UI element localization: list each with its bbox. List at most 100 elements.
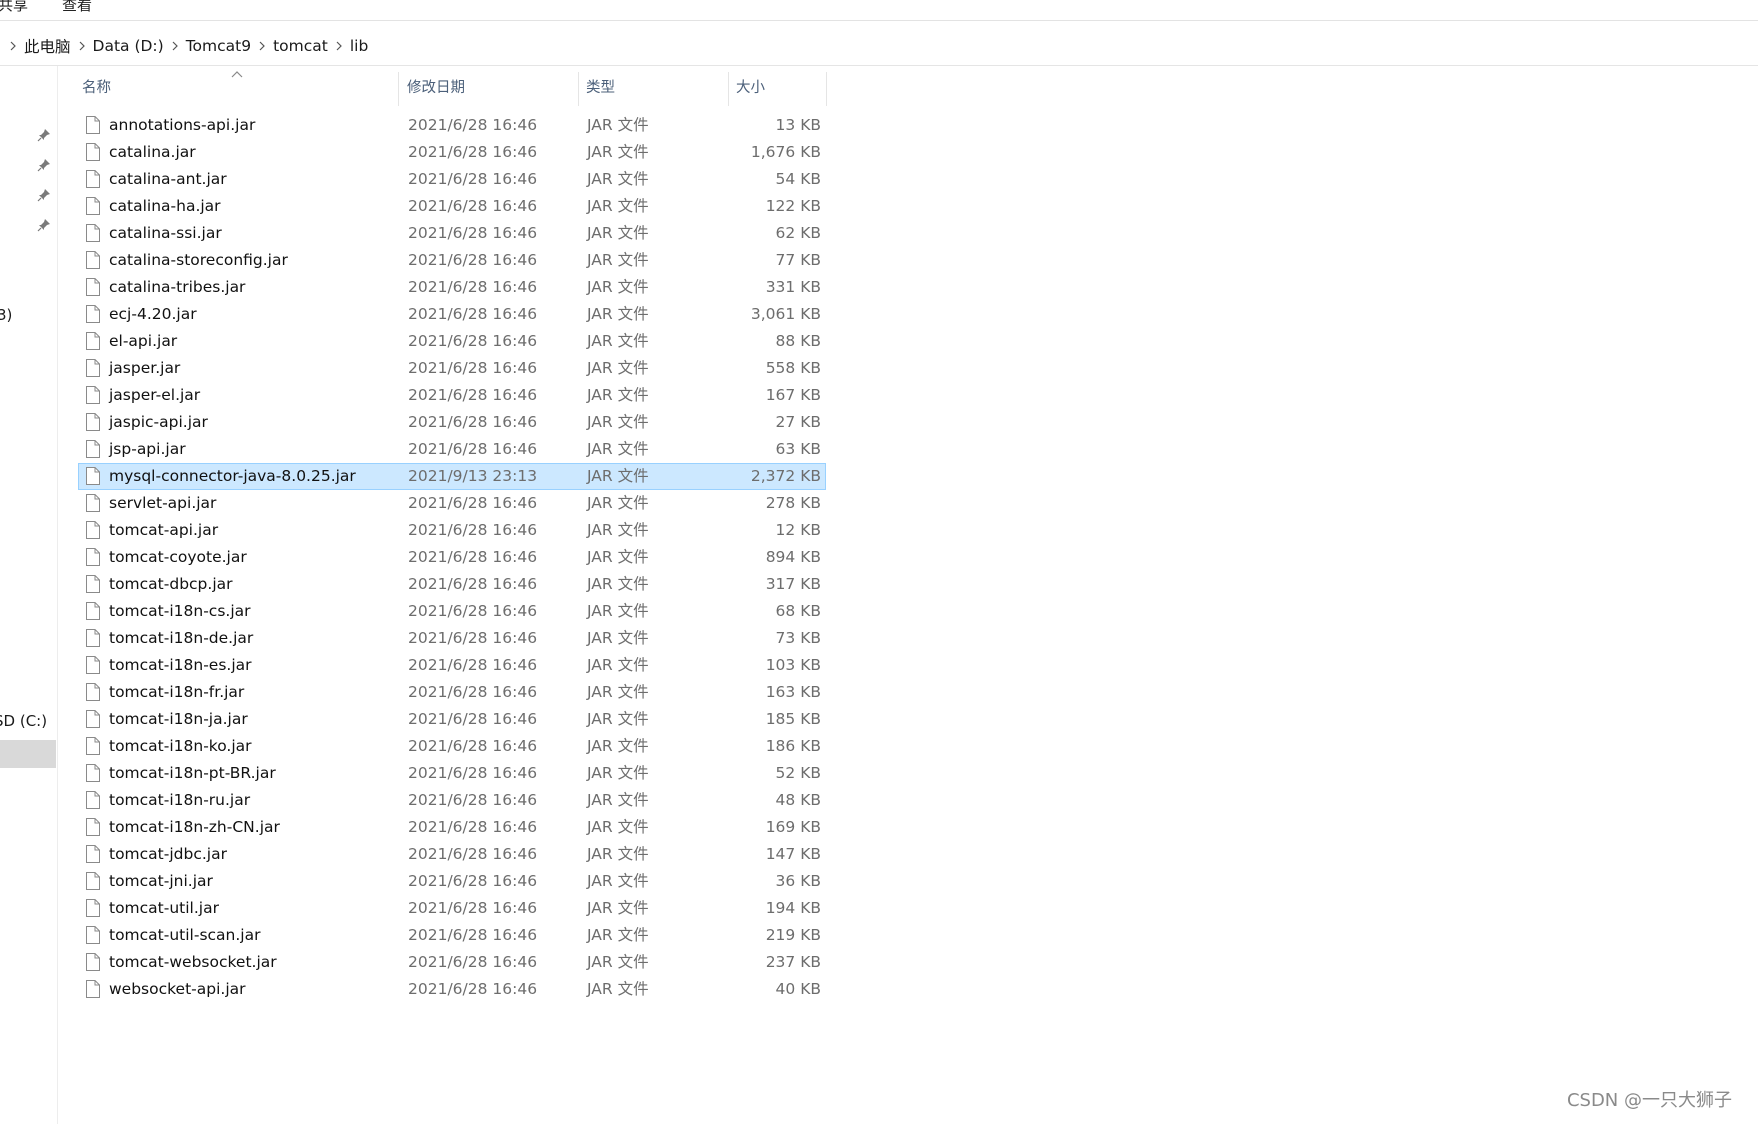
file-row[interactable]: tomcat-i18n-pt-BR.jar 2021/6/28 16:46 JAR …: [78, 760, 826, 787]
file-name[interactable]: catalina-tribes.jar: [109, 275, 245, 300]
file-name[interactable]: websocket-api.jar: [109, 977, 246, 1002]
file-name[interactable]: servlet-api.jar: [109, 491, 216, 516]
file-row[interactable]: el-api.jar 2021/6/28 16:46 JAR 文件 88 KB: [78, 328, 826, 355]
file-row[interactable]: tomcat-i18n-ru.jar 2021/6/28 16:46 JAR 文件 4…: [78, 787, 826, 814]
file-name[interactable]: catalina.jar: [109, 140, 196, 165]
file-row[interactable]: jasper-el.jar 2021/6/28 16:46 JAR 文件 167 KB: [78, 382, 826, 409]
file-row[interactable]: websocket-api.jar 2021/6/28 16:46 JAR 文件 40…: [78, 976, 826, 1003]
file-row[interactable]: tomcat-jdbc.jar 2021/6/28 16:46 JAR 文件 147 …: [78, 841, 826, 868]
chevron-right-icon[interactable]: [78, 41, 86, 51]
file-name[interactable]: tomcat-i18n-ru.jar: [109, 788, 250, 813]
file-row[interactable]: catalina-storeconfig.jar 2021/6/28 16:46 J…: [78, 247, 826, 274]
file-name[interactable]: tomcat-util-scan.jar: [109, 923, 260, 948]
file-row[interactable]: tomcat-i18n-zh-CN.jar 2021/6/28 16:46 JAR …: [78, 814, 826, 841]
file-row[interactable]: tomcat-i18n-cs.jar 2021/6/28 16:46 JAR 文件 6…: [78, 598, 826, 625]
file-row[interactable]: tomcat-util-scan.jar 2021/6/28 16:46 JAR 文…: [78, 922, 826, 949]
file-row[interactable]: tomcat-jni.jar 2021/6/28 16:46 JAR 文件 36 KB: [78, 868, 826, 895]
file-size: 278 KB: [765, 494, 821, 512]
address-bar[interactable]: 此电脑 Data (D:) Tomcat9 tomcat lib: [0, 27, 1758, 66]
nav-item-fragment[interactable]: 3): [0, 306, 12, 324]
file-row[interactable]: catalina-tribes.jar 2021/6/28 16:46 JAR 文件…: [78, 274, 826, 301]
file-name[interactable]: tomcat-i18n-pt-BR.jar: [109, 761, 276, 786]
file-name[interactable]: mysql-connector-java-8.0.25.jar: [109, 464, 356, 489]
file-row[interactable]: tomcat-i18n-de.jar 2021/6/28 16:46 JAR 文件 7…: [78, 625, 826, 652]
column-divider[interactable]: [578, 72, 579, 106]
file-name[interactable]: tomcat-api.jar: [109, 518, 218, 543]
file-row[interactable]: tomcat-websocket.jar 2021/6/28 16:46 JAR 文…: [78, 949, 826, 976]
file-row[interactable]: mysql-connector-java-8.0.25.jar 2021/9/13…: [78, 463, 826, 490]
file-row[interactable]: tomcat-util.jar 2021/6/28 16:46 JAR 文件 194 …: [78, 895, 826, 922]
file-size: 48 KB: [775, 791, 821, 809]
file-row[interactable]: tomcat-i18n-ko.jar 2021/6/28 16:46 JAR 文件 1…: [78, 733, 826, 760]
file-row[interactable]: tomcat-i18n-ja.jar 2021/6/28 16:46 JAR 文件 1…: [78, 706, 826, 733]
ribbon-tab-view[interactable]: 查看: [62, 0, 92, 15]
file-name[interactable]: tomcat-util.jar: [109, 896, 219, 921]
file-name[interactable]: tomcat-jni.jar: [109, 869, 213, 894]
file-name[interactable]: jasper.jar: [109, 356, 180, 381]
breadcrumb-this-pc[interactable]: 此电脑: [24, 35, 71, 57]
column-header-name[interactable]: 名称: [78, 70, 398, 106]
nav-item-drive-c[interactable]: SD (C:): [0, 712, 47, 730]
file-row[interactable]: jaspic-api.jar 2021/6/28 16:46 JAR 文件 27 KB: [78, 409, 826, 436]
nav-item-selected[interactable]: [0, 740, 56, 768]
file-row[interactable]: tomcat-i18n-es.jar 2021/6/28 16:46 JAR 文件 1…: [78, 652, 826, 679]
file-name[interactable]: el-api.jar: [109, 329, 177, 354]
file-name[interactable]: tomcat-i18n-de.jar: [109, 626, 253, 651]
file-row[interactable]: catalina-ssi.jar 2021/6/28 16:46 JAR 文件 62 …: [78, 220, 826, 247]
breadcrumb-data-drive[interactable]: Data (D:): [93, 37, 164, 55]
column-header-size[interactable]: 大小: [732, 70, 822, 106]
file-row[interactable]: jasper.jar 2021/6/28 16:46 JAR 文件 558 KB: [78, 355, 826, 382]
column-divider[interactable]: [728, 72, 729, 106]
pin-icon[interactable]: [37, 128, 51, 142]
ribbon-tab-share[interactable]: 共享: [0, 0, 28, 15]
column-divider[interactable]: [826, 72, 827, 106]
file-name[interactable]: catalina-storeconfig.jar: [109, 248, 288, 273]
file-name[interactable]: catalina-ha.jar: [109, 194, 221, 219]
file-row[interactable]: tomcat-i18n-fr.jar 2021/6/28 16:46 JAR 文件 1…: [78, 679, 826, 706]
file-row[interactable]: jsp-api.jar 2021/6/28 16:46 JAR 文件 63 KB: [78, 436, 826, 463]
file-name[interactable]: tomcat-jdbc.jar: [109, 842, 227, 867]
file-name[interactable]: catalina-ssi.jar: [109, 221, 222, 246]
file-name[interactable]: tomcat-websocket.jar: [109, 950, 277, 975]
breadcrumb-tomcat9[interactable]: Tomcat9: [186, 37, 251, 55]
file-row[interactable]: catalina-ant.jar 2021/6/28 16:46 JAR 文件 54 …: [78, 166, 826, 193]
file-row[interactable]: tomcat-coyote.jar 2021/6/28 16:46 JAR 文件 89…: [78, 544, 826, 571]
file-row[interactable]: catalina.jar 2021/6/28 16:46 JAR 文件 1,676 K…: [78, 139, 826, 166]
file-row[interactable]: annotations-api.jar 2021/6/28 16:46 JAR 文件…: [78, 112, 826, 139]
file-row[interactable]: tomcat-dbcp.jar 2021/6/28 16:46 JAR 文件 317 …: [78, 571, 826, 598]
file-modified: 2021/6/28 16:46: [408, 575, 538, 593]
pin-icon[interactable]: [37, 158, 51, 172]
file-icon: [86, 602, 100, 620]
file-name[interactable]: jasper-el.jar: [109, 383, 200, 408]
pin-icon[interactable]: [37, 188, 51, 202]
file-name[interactable]: tomcat-coyote.jar: [109, 545, 247, 570]
file-name[interactable]: jsp-api.jar: [109, 437, 186, 462]
file-row[interactable]: catalina-ha.jar 2021/6/28 16:46 JAR 文件 122 …: [78, 193, 826, 220]
file-name[interactable]: jaspic-api.jar: [109, 410, 208, 435]
breadcrumb-lib[interactable]: lib: [350, 37, 368, 55]
file-name[interactable]: tomcat-i18n-fr.jar: [109, 680, 244, 705]
chevron-right-icon[interactable]: [171, 41, 179, 51]
column-header-type[interactable]: 类型: [582, 70, 732, 106]
chevron-right-icon[interactable]: [258, 41, 266, 51]
file-name[interactable]: tomcat-i18n-ja.jar: [109, 707, 248, 732]
file-name[interactable]: ecj-4.20.jar: [109, 302, 197, 327]
pin-icon[interactable]: [37, 218, 51, 232]
file-row[interactable]: servlet-api.jar 2021/6/28 16:46 JAR 文件 278 …: [78, 490, 826, 517]
file-name[interactable]: annotations-api.jar: [109, 113, 255, 138]
file-icon: [86, 521, 100, 539]
file-row[interactable]: tomcat-api.jar 2021/6/28 16:46 JAR 文件 12 KB: [78, 517, 826, 544]
file-name[interactable]: tomcat-i18n-zh-CN.jar: [109, 815, 280, 840]
file-name[interactable]: catalina-ant.jar: [109, 167, 227, 192]
file-size: 68 KB: [775, 602, 821, 620]
column-divider[interactable]: [398, 72, 399, 106]
file-name[interactable]: tomcat-i18n-cs.jar: [109, 599, 251, 624]
chevron-right-icon[interactable]: [9, 41, 17, 51]
file-name[interactable]: tomcat-dbcp.jar: [109, 572, 233, 597]
column-header-modified[interactable]: 修改日期: [403, 70, 578, 106]
breadcrumb-tomcat[interactable]: tomcat: [273, 37, 328, 55]
chevron-right-icon[interactable]: [335, 41, 343, 51]
file-row[interactable]: ecj-4.20.jar 2021/6/28 16:46 JAR 文件 3,061 K…: [78, 301, 826, 328]
file-name[interactable]: tomcat-i18n-ko.jar: [109, 734, 252, 759]
file-name[interactable]: tomcat-i18n-es.jar: [109, 653, 252, 678]
